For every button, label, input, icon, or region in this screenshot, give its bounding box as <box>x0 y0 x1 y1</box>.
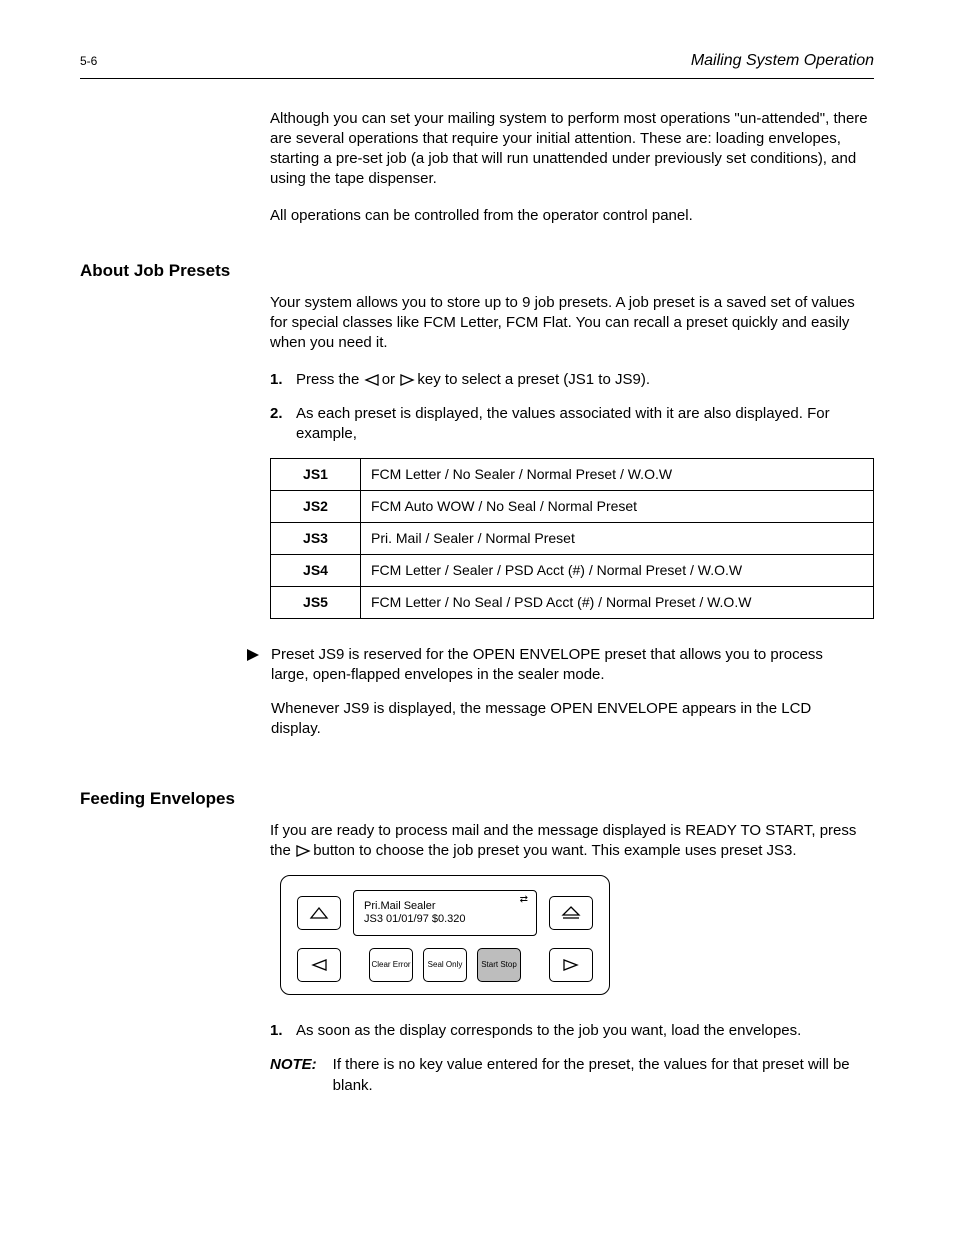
eject-button[interactable] <box>549 896 593 930</box>
right-triangle-icon <box>245 647 261 669</box>
section-title: Mailing System Operation <box>691 50 874 72</box>
feeding-step-1: 1. As soon as the display corresponds to… <box>270 1021 874 1041</box>
left-button[interactable] <box>297 948 341 982</box>
control-panel: ⇄ Pri.Mail Sealer JS3 01/01/97 $0.320 C <box>280 875 610 995</box>
preset-key: JS5 <box>271 586 361 618</box>
step1-text-b: or <box>382 371 400 388</box>
preset-key: JS1 <box>271 459 361 491</box>
page-header: 5-6 Mailing System Operation <box>80 50 874 79</box>
preset-key: JS4 <box>271 554 361 586</box>
start-stop-button[interactable]: Start Stop <box>477 948 521 982</box>
note-block: NOTE: If there is no key value entered f… <box>270 1055 874 1096</box>
lcd-line-1: Pri.Mail Sealer <box>364 900 526 913</box>
intro-paragraph-1: Although you can set your mailing system… <box>270 109 874 190</box>
page-number: 5-6 <box>80 53 97 69</box>
table-row: JS4 FCM Letter / Sealer / PSD Acct (#) /… <box>271 554 874 586</box>
feed-p1-b: button to choose the job preset you want… <box>313 842 796 859</box>
job-preset-step-1: 1. Press the or key to select a preset (… <box>270 370 874 390</box>
step1-text-a: Press the <box>296 371 364 388</box>
job-presets-paragraph: Your system allows you to store up to 9 … <box>270 293 874 354</box>
lcd-symbol-icon: ⇄ <box>520 894 528 906</box>
preset-value: FCM Letter / No Sealer / Normal Preset /… <box>361 459 874 491</box>
open-envelope-callout: Preset JS9 is reserved for the OPEN ENVE… <box>245 645 874 754</box>
intro-block: Although you can set your mailing system… <box>270 109 874 226</box>
preset-value: FCM Auto WOW / No Seal / Normal Preset <box>361 491 874 523</box>
open-envelope-p2: Whenever JS9 is displayed, the message O… <box>271 699 831 740</box>
feeding-envelopes-section: Feeding Envelopes If you are ready to pr… <box>80 788 874 1042</box>
right-arrow-icon <box>295 845 309 857</box>
job-presets-heading: About Job Presets <box>80 260 874 283</box>
step-body: Press the or key to select a preset (JS1… <box>296 370 874 390</box>
seal-only-label: Seal Only <box>428 961 463 969</box>
right-arrow-icon <box>399 374 413 386</box>
step-body: As soon as the display corresponds to th… <box>296 1021 874 1041</box>
note-label: NOTE: <box>270 1055 317 1096</box>
right-button[interactable] <box>549 948 593 982</box>
left-arrow-icon <box>364 374 378 386</box>
start-stop-label: Start Stop <box>481 961 517 969</box>
preset-value: FCM Letter / Sealer / PSD Acct (#) / Nor… <box>361 554 874 586</box>
clear-error-label: Clear Error <box>371 961 410 969</box>
table-row: JS1 FCM Letter / No Sealer / Normal Pres… <box>271 459 874 491</box>
feeding-paragraph: If you are ready to process mail and the… <box>270 821 874 862</box>
clear-error-button[interactable]: Clear Error <box>369 948 413 982</box>
step-number: 2. <box>270 404 296 424</box>
step-number: 1. <box>270 370 296 390</box>
feeding-envelopes-heading: Feeding Envelopes <box>80 788 874 811</box>
step-number: 1. <box>270 1021 296 1041</box>
note-text: If there is no key value entered for the… <box>333 1055 874 1096</box>
job-preset-step-2: 2. As each preset is displayed, the valu… <box>270 404 874 445</box>
preset-key: JS3 <box>271 523 361 555</box>
seal-only-button[interactable]: Seal Only <box>423 948 467 982</box>
intro-paragraph-2: All operations can be controlled from th… <box>270 206 874 226</box>
preset-key: JS2 <box>271 491 361 523</box>
step-body: As each preset is displayed, the values … <box>296 404 874 445</box>
preset-value: FCM Letter / No Seal / PSD Acct (#) / No… <box>361 586 874 618</box>
preset-value: Pri. Mail / Sealer / Normal Preset <box>361 523 874 555</box>
table-row: JS3 Pri. Mail / Sealer / Normal Preset <box>271 523 874 555</box>
table-row: JS2 FCM Auto WOW / No Seal / Normal Pres… <box>271 491 874 523</box>
preset-table: JS1 FCM Letter / No Sealer / Normal Pres… <box>270 458 874 618</box>
up-button[interactable] <box>297 896 341 930</box>
lcd-display: ⇄ Pri.Mail Sealer JS3 01/01/97 $0.320 <box>353 890 537 936</box>
lcd-line-2: JS3 01/01/97 $0.320 <box>364 913 526 926</box>
job-presets-section: About Job Presets Your system allows you… <box>80 260 874 619</box>
step1-text-c: key to select a preset (JS1 to JS9). <box>417 371 650 388</box>
open-envelope-p1: Preset JS9 is reserved for the OPEN ENVE… <box>271 645 831 686</box>
table-row: JS5 FCM Letter / No Seal / PSD Acct (#) … <box>271 586 874 618</box>
